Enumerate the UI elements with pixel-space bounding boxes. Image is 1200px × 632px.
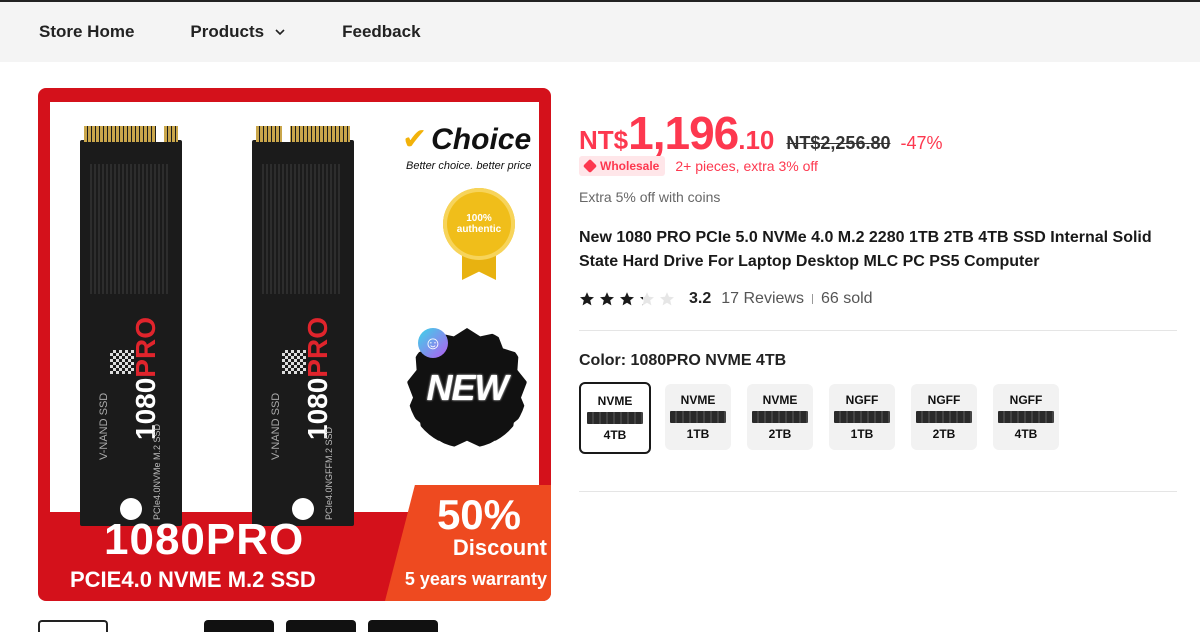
star-icon <box>620 292 634 306</box>
ssd-thumbnail <box>752 411 808 423</box>
star-rating <box>579 291 679 307</box>
variant-size: 2TB <box>768 427 792 441</box>
nav-products-label: Products <box>190 22 265 41</box>
smile-icon: ☺ <box>418 328 448 358</box>
ssd-sticker <box>262 164 342 294</box>
star-icon <box>640 292 654 306</box>
variant-option[interactable]: NVME 2TB <box>747 384 813 450</box>
variant-option[interactable]: NGFF 1TB <box>829 384 895 450</box>
nav-store-home-label: Store Home <box>39 22 135 41</box>
nav-products[interactable]: Products <box>190 22 286 42</box>
ssd-sticker <box>90 164 170 294</box>
tag-icon <box>582 158 598 174</box>
nav-feedback[interactable]: Feedback <box>342 22 420 42</box>
reviews-link[interactable]: 17 Reviews <box>721 290 804 308</box>
banner-discount: Discount <box>452 535 547 560</box>
price: NT$ 1,196 .10 NT$2,256.80 -47% <box>579 106 943 160</box>
variant-size: 1TB <box>850 427 874 441</box>
divider <box>579 330 1177 331</box>
product-title: New 1080 PRO PCIe 5.0 NVMe 4.0 M.2 2280 … <box>579 229 1152 270</box>
ssd-image-left: V-NAND SSD 1080PRO PCIe4.0NVMe M.2 SSD <box>80 126 182 526</box>
star-icon <box>600 292 614 306</box>
store-nav: Store Home Products Feedback <box>0 2 1200 62</box>
variant-type: NGFF <box>1009 393 1043 407</box>
nav-store-home[interactable]: Store Home <box>39 22 134 42</box>
ssd-thumbnail <box>998 411 1054 423</box>
variant-type: NVME <box>762 393 798 407</box>
variant-type: NVME <box>597 394 633 408</box>
ssd-brand: 1080PRO <box>130 317 161 440</box>
star-icon <box>580 292 594 306</box>
variant-option[interactable]: NVME 1TB <box>665 384 731 450</box>
rating-row: 3.2 17 Reviews 66 sold <box>579 290 873 308</box>
variant-option[interactable]: NGFF 4TB <box>993 384 1059 450</box>
ssd-thumbnail <box>834 411 890 423</box>
color-label: Color: 1080PRO NVME 4TB <box>579 352 787 369</box>
price-currency: NT$ <box>579 125 629 155</box>
variant-option[interactable]: NGFF 2TB <box>911 384 977 450</box>
authentic-seal-icon: 100% authentic <box>443 188 515 260</box>
separator <box>811 294 813 304</box>
banner-percent: 50% <box>436 491 521 538</box>
product-image-canvas: V-NAND SSD 1080PRO PCIe4.0NVMe M.2 SSD V… <box>50 102 539 526</box>
variant-selector: NVME 4TB NVME 1TB NVME 2TB NGFF 1TB NGFF 2TB NGFF 4… <box>579 382 1075 454</box>
variant-type: NVME <box>680 393 716 407</box>
discount-percent: -47% <box>900 133 943 153</box>
banner-warranty: 5 years warranty <box>404 569 547 589</box>
variant-type: NGFF <box>845 393 879 407</box>
banner-subtitle: PCIE4.0 NVME M.2 SSD <box>70 567 316 592</box>
coins-offer: Extra 5% off with coins <box>579 189 721 205</box>
thumbnail[interactable] <box>368 620 438 632</box>
nav-feedback-label: Feedback <box>342 22 421 41</box>
promo-banner: 1080PRO PCIE4.0 NVME M.2 SSD 50% Discoun… <box>38 485 551 601</box>
choice-tagline: Better choice. better price <box>406 160 532 172</box>
main-product-image[interactable]: V-NAND SSD 1080PRO PCIe4.0NVMe M.2 SSD V… <box>38 88 551 601</box>
star-icon <box>660 292 674 306</box>
divider <box>579 491 1177 492</box>
variant-size: 1TB <box>686 427 710 441</box>
ssd-brand: 1080PRO <box>302 317 333 440</box>
wholesale-promo: Wholesale 2+ pieces, extra 3% off <box>579 156 818 176</box>
check-icon: ✔ <box>402 123 428 156</box>
thumbnail[interactable] <box>38 620 108 632</box>
sold-count: 66 sold <box>820 290 873 307</box>
original-price: NT$2,256.80 <box>786 133 891 153</box>
variant-type: NGFF <box>927 393 961 407</box>
variant-option[interactable]: NVME 4TB <box>579 382 651 454</box>
thumbnail[interactable] <box>286 620 356 632</box>
ssd-vnand-text: V-NAND SSD <box>98 392 110 460</box>
price-integer: 1,196 <box>628 107 739 159</box>
rating-score: 3.2 <box>689 290 712 307</box>
variant-size: 4TB <box>603 428 627 442</box>
wholesale-badge: Wholesale <box>579 156 666 176</box>
wholesale-text: 2+ pieces, extra 3% off <box>675 158 818 174</box>
choice-logo: ✔ Choice <box>402 123 532 156</box>
chevron-down-icon <box>275 29 285 36</box>
ssd-thumbnail <box>587 412 643 424</box>
banner-title: 1080PRO <box>104 515 305 564</box>
thumbnail-strip <box>38 620 558 632</box>
thumbnail[interactable] <box>204 620 274 632</box>
variant-size: 2TB <box>932 427 956 441</box>
price-decimal: .10 <box>738 125 775 155</box>
ssd-image-right: V-NAND SSD 1080PRO PCIe4.0NGFFM.2 SSD <box>252 126 354 526</box>
ssd-vnand-text: V-NAND SSD <box>270 392 282 460</box>
variant-size: 4TB <box>1014 427 1038 441</box>
ssd-thumbnail <box>916 411 972 423</box>
ssd-thumbnail <box>670 411 726 423</box>
